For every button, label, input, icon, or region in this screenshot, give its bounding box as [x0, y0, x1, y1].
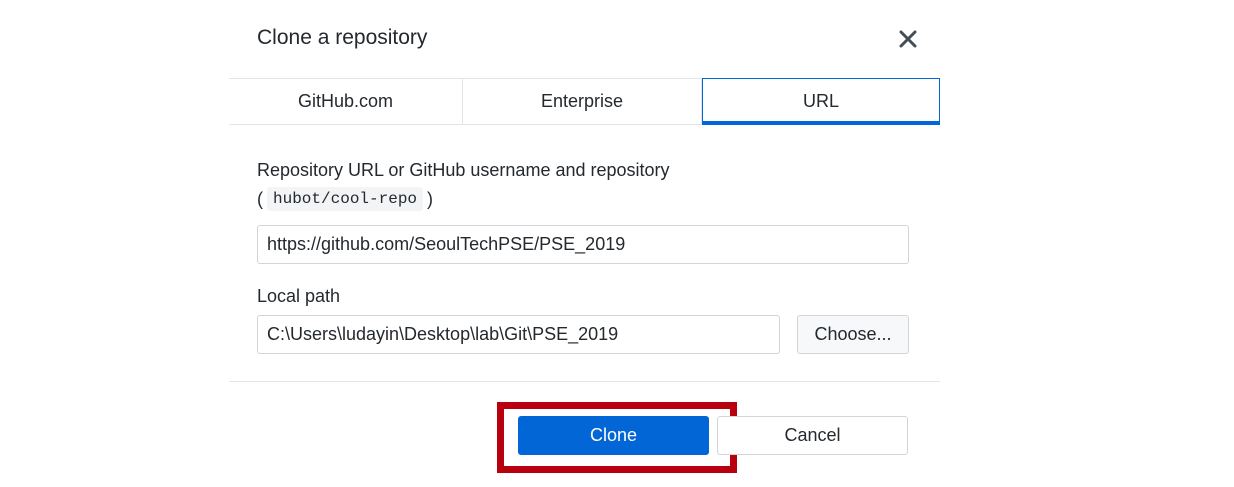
tab-label: GitHub.com	[297, 91, 394, 111]
hint-open-paren: (	[257, 188, 263, 209]
repository-url-input[interactable]	[257, 225, 909, 264]
choose-button[interactable]: Choose...	[797, 315, 909, 354]
close-icon	[899, 30, 917, 48]
local-path-input[interactable]	[257, 315, 780, 354]
hint-close-paren: )	[427, 188, 434, 209]
clone-button[interactable]: Clone	[518, 416, 709, 455]
tab-url[interactable]: URL	[702, 78, 940, 125]
clone-form: Repository URL or GitHub username and re…	[257, 160, 909, 354]
close-button[interactable]	[893, 24, 923, 54]
tab-label: URL	[802, 90, 839, 111]
hint-example: hubot/cool-repo	[267, 187, 424, 211]
clone-repository-dialog: Clone a repository GitHub.com Enterprise…	[229, 0, 940, 487]
local-path-row: Choose...	[257, 315, 909, 354]
tab-github-com[interactable]: GitHub.com	[229, 79, 463, 124]
tab-label: Enterprise	[540, 91, 624, 111]
tab-enterprise[interactable]: Enterprise	[463, 79, 702, 124]
repository-url-label: Repository URL or GitHub username and re…	[257, 160, 670, 180]
tab-bar: GitHub.com Enterprise URL	[229, 78, 940, 125]
footer-divider	[229, 381, 940, 382]
repository-url-hint: ( hubot/cool-repo )	[257, 187, 909, 211]
local-path-label: Local path	[257, 286, 341, 306]
dialog-title: Clone a repository	[257, 26, 428, 49]
cancel-button[interactable]: Cancel	[717, 416, 908, 455]
